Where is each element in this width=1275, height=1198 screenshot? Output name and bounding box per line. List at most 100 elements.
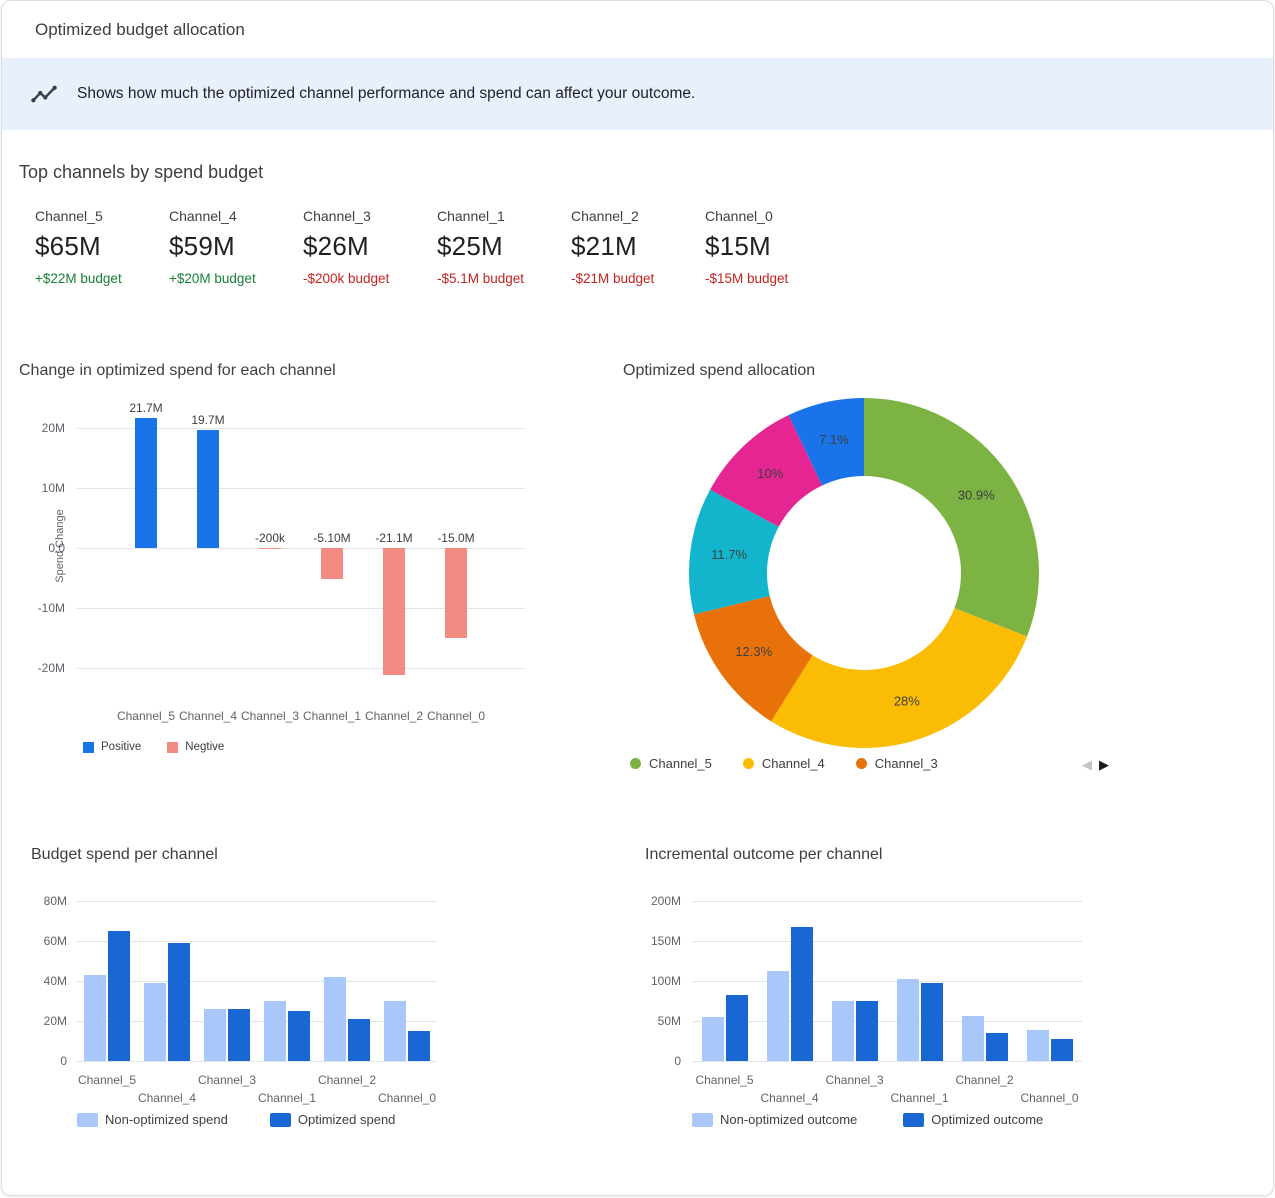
channel-card: Channel_3$26M-$200k budget	[303, 208, 437, 286]
legend-swatch	[692, 1113, 713, 1127]
legend-item[interactable]: Channel_3	[856, 756, 938, 771]
grouped-bar-non-optimized[interactable]	[384, 1001, 406, 1061]
grouped-bar-optimized[interactable]	[348, 1019, 370, 1061]
grouped-bar-non-optimized[interactable]	[832, 1001, 854, 1061]
spend-change-bar[interactable]	[197, 430, 219, 548]
spend-allocation-donut-chart: Optimized spend allocation 30.9%28%12.3%…	[623, 362, 1125, 782]
donut-legend: Channel_5 Channel_4 Channel_3	[630, 756, 938, 771]
legend-item[interactable]: Channel_4	[743, 756, 825, 771]
grouped-bar-optimized[interactable]	[408, 1031, 430, 1061]
grouped-bar-non-optimized[interactable]	[767, 971, 789, 1061]
legend-swatch	[270, 1113, 291, 1127]
channel-budget-delta: -$5.1M budget	[437, 271, 571, 286]
gridline	[692, 981, 1082, 982]
grouped-bar-optimized[interactable]	[921, 983, 943, 1061]
spend-change-bar[interactable]	[259, 548, 281, 549]
grouped-bar-non-optimized[interactable]	[144, 983, 166, 1061]
y-axis-tick-label: 60M	[44, 934, 67, 948]
grouped-bar-non-optimized[interactable]	[1027, 1030, 1049, 1061]
legend-dot	[856, 758, 867, 769]
grouped-bar-optimized[interactable]	[986, 1033, 1008, 1061]
legend-item: Positive	[83, 741, 141, 753]
chart-title-spend-allocation: Optimized spend allocation	[623, 362, 1125, 380]
banner-description: Shows how much the optimized channel per…	[77, 85, 695, 103]
spend-change-bar[interactable]	[135, 418, 157, 548]
x-axis-tick-label: Channel_4	[750, 1091, 830, 1105]
grouped-bar-non-optimized[interactable]	[204, 1009, 226, 1061]
channel-name: Channel_3	[303, 208, 437, 224]
y-axis-tick-label: 20M	[42, 421, 65, 435]
legend-label: Positive	[101, 741, 141, 753]
legend-label: Non-optimized spend	[105, 1112, 228, 1127]
page-title: Optimized budget allocation	[35, 20, 245, 40]
grouped-bar-non-optimized[interactable]	[84, 975, 106, 1061]
x-axis-tick-label: Channel_4	[127, 1091, 207, 1105]
y-axis-tick-label: 200M	[651, 894, 681, 908]
y-axis-tick-label: -10M	[38, 601, 65, 615]
grouped-bar-optimized[interactable]	[288, 1011, 310, 1061]
gridline	[77, 1061, 437, 1062]
x-axis-tick-label: Channel_1	[301, 709, 363, 723]
x-axis-tick-label: Channel_5	[685, 1073, 765, 1087]
grouped-bar-non-optimized[interactable]	[324, 977, 346, 1061]
bar-value-label: -200k	[238, 531, 302, 545]
gridline	[77, 668, 525, 669]
optimized-budget-allocation-panel: Optimized budget allocation Shows how mu…	[1, 0, 1274, 1196]
spend-change-chart: Change in optimized spend for each chann…	[19, 362, 589, 772]
grouped-bar-non-optimized[interactable]	[264, 1001, 286, 1061]
grouped-bar-non-optimized[interactable]	[962, 1016, 984, 1061]
grouped-bar-non-optimized[interactable]	[702, 1017, 724, 1061]
donut-slice-percentage: 10%	[757, 466, 783, 481]
donut-slice-Channel_4[interactable]	[771, 608, 1027, 748]
grouped-bar-optimized[interactable]	[1051, 1039, 1073, 1061]
top-channels-title: Top channels by spend budget	[19, 162, 263, 183]
channel-amount: $21M	[571, 231, 705, 262]
donut-slice-percentage: 30.9%	[958, 488, 995, 503]
y-axis-tick-label: 50M	[658, 1014, 681, 1028]
spend-change-bar[interactable]	[383, 548, 405, 675]
legend-label: Channel_5	[649, 756, 712, 771]
grouped-bar-optimized[interactable]	[108, 931, 130, 1061]
grouped-bar-optimized[interactable]	[168, 943, 190, 1061]
channel-card: Channel_5$65M+$22M budget	[35, 208, 169, 286]
y-axis: 020M40M60M80M	[31, 891, 71, 1061]
y-axis: 20M10M0.0-10M-20M	[19, 411, 69, 703]
legend-item[interactable]: Channel_5	[630, 756, 712, 771]
chart-title-spend-change: Change in optimized spend for each chann…	[19, 362, 589, 380]
gridline	[692, 1021, 1082, 1022]
grouped-bar-optimized[interactable]	[791, 927, 813, 1061]
donut-slice-Channel_5[interactable]	[864, 398, 1039, 636]
legend-item: Optimized spend	[270, 1112, 396, 1127]
channel-name: Channel_1	[437, 208, 571, 224]
channel-name: Channel_4	[169, 208, 303, 224]
y-axis-tick-label: 0.0	[48, 541, 65, 555]
legend-label: Channel_4	[762, 756, 825, 771]
channel-card: Channel_4$59M+$20M budget	[169, 208, 303, 286]
x-axis-tick-label: Channel_5	[115, 709, 177, 723]
y-axis-tick-label: 0	[674, 1054, 681, 1068]
legend-label: Optimized spend	[298, 1112, 396, 1127]
panel-header: Optimized budget allocation	[2, 1, 1273, 58]
channel-amount: $65M	[35, 231, 169, 262]
grouped-bar-optimized[interactable]	[726, 995, 748, 1061]
x-axis-tick-label: Channel_3	[187, 1073, 267, 1087]
grouped-bar-optimized[interactable]	[856, 1001, 878, 1061]
spend-change-bar[interactable]	[445, 548, 467, 638]
channel-name: Channel_5	[35, 208, 169, 224]
y-axis-tick-label: 80M	[44, 894, 67, 908]
spend-change-bar[interactable]	[321, 548, 343, 579]
legend-next-icon[interactable]: ▶	[1099, 757, 1109, 773]
insights-trending-up-icon	[29, 79, 59, 109]
x-axis-tick-label: Channel_0	[367, 1091, 447, 1105]
legend-item: Non-optimized outcome	[692, 1112, 857, 1127]
y-axis-tick-label: 100M	[651, 974, 681, 988]
legend-dot	[630, 758, 641, 769]
grouped-bar-non-optimized[interactable]	[897, 979, 919, 1061]
gridline	[77, 941, 437, 942]
legend-prev-icon[interactable]: ◀	[1082, 757, 1092, 773]
grouped-bar-optimized[interactable]	[228, 1009, 250, 1061]
channel-budget-delta: -$21M budget	[571, 271, 705, 286]
donut-svg: 30.9%28%12.3%11.7%10%7.1%	[689, 398, 1039, 748]
x-axis-tick-label: Channel_1	[880, 1091, 960, 1105]
channel-amount: $59M	[169, 231, 303, 262]
